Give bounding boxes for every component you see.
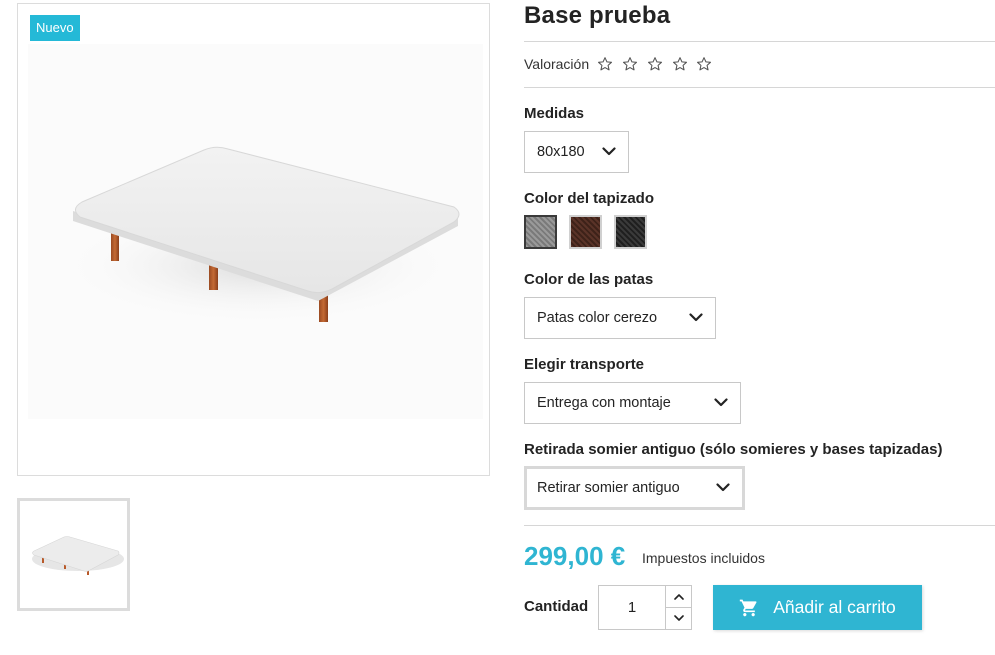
color-patas-label: Color de las patas xyxy=(524,271,654,288)
chevron-down-icon xyxy=(689,313,703,322)
transporte-label: Elegir transporte xyxy=(524,356,645,373)
chevron-down-icon xyxy=(602,147,616,156)
quantity-input[interactable]: 1 xyxy=(598,585,666,630)
retirada-label: Retirada somier antiguo (sólo somieres y… xyxy=(524,441,943,458)
star-empty-icon[interactable] xyxy=(672,56,688,72)
star-empty-icon[interactable] xyxy=(647,56,663,72)
divider xyxy=(524,525,995,526)
color-tapizado-label: Color del tapizado xyxy=(524,190,655,207)
product-title: Base prueba xyxy=(524,2,671,29)
bed-base-thumbnail xyxy=(32,536,124,575)
product-price: 299,00 € xyxy=(524,541,626,571)
retirada-value: Retirar somier antiguo xyxy=(537,480,680,496)
retirada-select[interactable]: Retirar somier antiguo xyxy=(524,466,745,510)
star-empty-icon[interactable] xyxy=(597,56,613,72)
star-empty-icon[interactable] xyxy=(622,56,638,72)
medidas-select[interactable]: 80x180 xyxy=(524,131,629,173)
color-patas-value: Patas color cerezo xyxy=(537,310,658,326)
bed-base-illustration xyxy=(28,44,483,419)
swatch-gris[interactable] xyxy=(524,215,557,249)
product-rating: Valoración xyxy=(524,56,721,72)
divider xyxy=(524,87,995,88)
swatch-negro[interactable] xyxy=(614,215,647,249)
transporte-value: Entrega con montaje xyxy=(537,395,671,411)
color-swatches xyxy=(524,215,659,249)
add-to-cart-button[interactable]: Añadir al carrito xyxy=(713,585,922,630)
swatch-marron[interactable] xyxy=(569,215,602,249)
product-thumbnail[interactable] xyxy=(17,498,130,611)
rating-label: Valoración xyxy=(524,56,590,72)
add-to-cart-label: Añadir al carrito xyxy=(773,597,896,617)
medidas-value: 80x180 xyxy=(537,144,585,160)
divider xyxy=(524,41,995,42)
transporte-select[interactable]: Entrega con montaje xyxy=(524,382,741,424)
chevron-up-icon xyxy=(673,594,684,600)
product-main-image[interactable]: Nuevo xyxy=(17,3,490,476)
quantity-increase-button[interactable] xyxy=(665,585,692,608)
new-badge: Nuevo xyxy=(30,15,80,41)
quantity-label: Cantidad xyxy=(524,598,589,615)
tax-note: Impuestos incluidos xyxy=(642,550,765,566)
chevron-down-icon xyxy=(673,615,684,621)
shopping-cart-icon xyxy=(740,599,757,616)
chevron-down-icon xyxy=(714,398,728,407)
medidas-label: Medidas xyxy=(524,105,585,122)
star-empty-icon[interactable] xyxy=(696,56,712,72)
color-patas-select[interactable]: Patas color cerezo xyxy=(524,297,716,339)
quantity-decrease-button[interactable] xyxy=(665,607,692,630)
chevron-down-icon xyxy=(716,483,730,492)
